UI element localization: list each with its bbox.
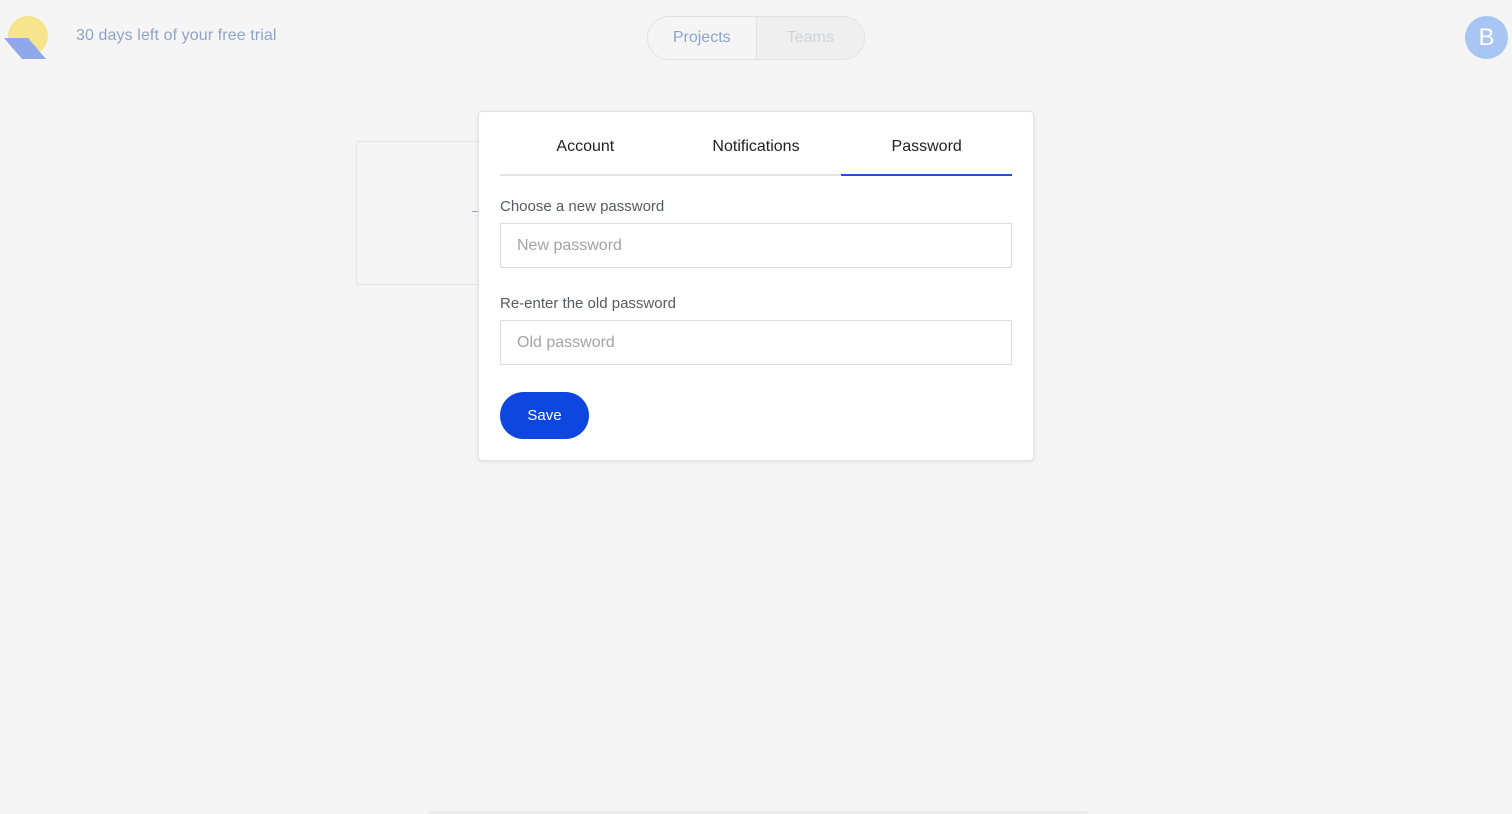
tab-account[interactable]: Account: [500, 112, 671, 174]
projects-tab[interactable]: Projects: [648, 17, 756, 59]
new-password-label: Choose a new password: [500, 198, 665, 215]
tab-password[interactable]: Password: [841, 112, 1012, 176]
user-avatar[interactable]: B: [1465, 16, 1508, 59]
old-password-field[interactable]: [500, 320, 1012, 365]
teams-tab[interactable]: Teams: [755, 17, 864, 59]
top-bar: 30 days left of your free trial Projects…: [0, 0, 1512, 80]
background-project-card: [356, 141, 486, 285]
new-password-field[interactable]: [500, 223, 1012, 268]
save-button[interactable]: Save: [500, 392, 589, 439]
trial-status-text: 30 days left of your free trial: [76, 27, 277, 44]
tab-notifications[interactable]: Notifications: [671, 112, 842, 174]
settings-modal: Account Notifications Password Choose a …: [478, 111, 1034, 461]
old-password-label: Re-enter the old password: [500, 295, 676, 312]
view-switcher: Projects Teams: [647, 16, 865, 60]
settings-tabs: Account Notifications Password: [500, 112, 1012, 176]
half-sun-logo-icon[interactable]: [4, 16, 50, 60]
